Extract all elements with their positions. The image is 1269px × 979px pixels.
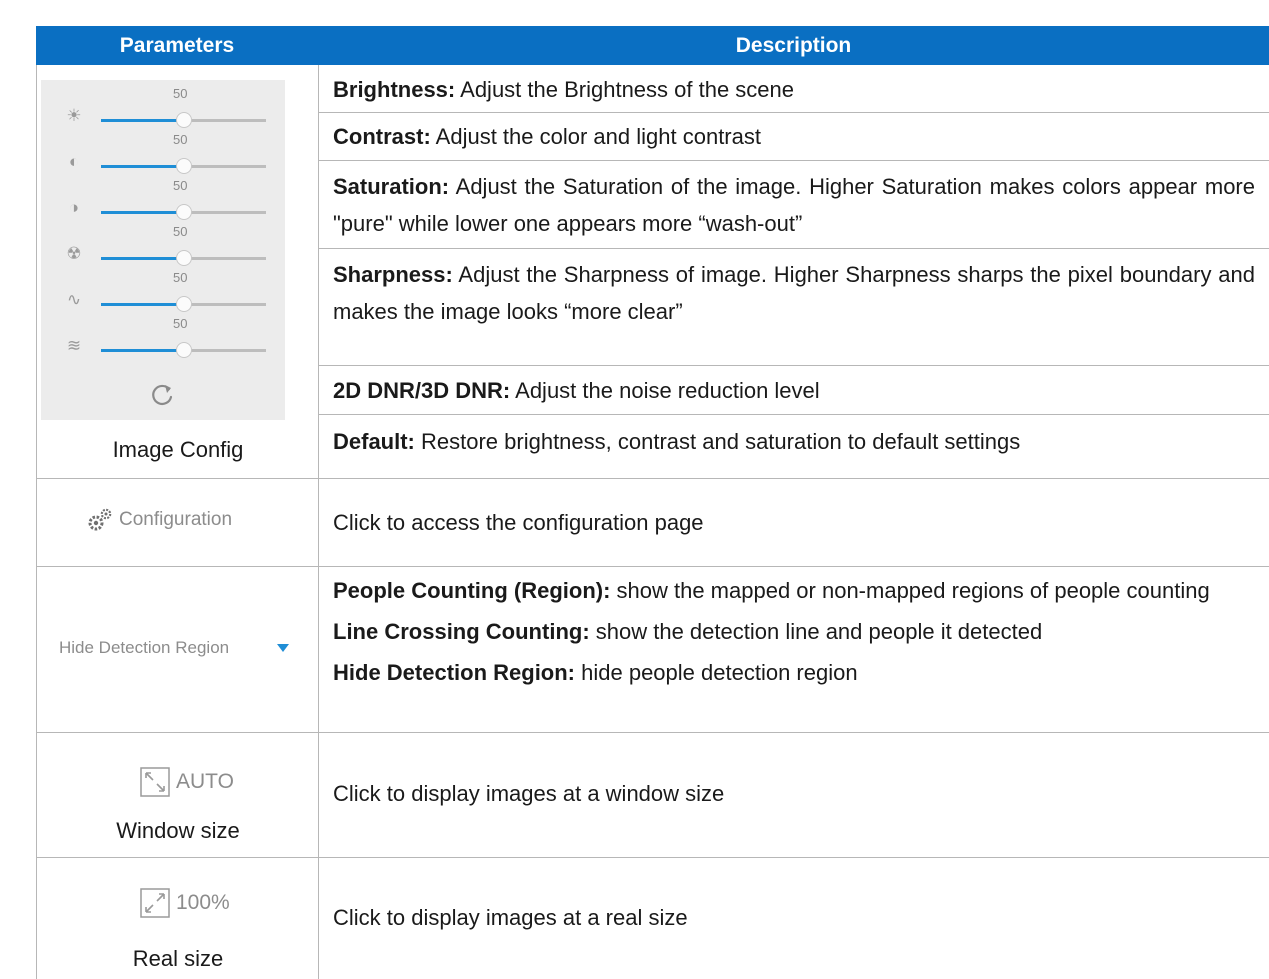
slider-track[interactable] [101, 342, 266, 358]
row-configuration: Click to access the configuration page [318, 479, 1269, 567]
text: Adjust the Saturation of the image. High… [333, 174, 1255, 236]
slider-value: 50 [173, 132, 188, 147]
text: Adjust the noise reduction level [510, 378, 820, 403]
window-size-cell: AUTO Window size [36, 733, 318, 858]
window-size-button-label: AUTO [176, 770, 234, 793]
slider-fill [101, 303, 184, 306]
window-size-caption: Window size [116, 818, 240, 843]
configuration-label: Configuration [119, 509, 233, 530]
image-config-caption: Image Config [112, 437, 244, 462]
dropdown-selected: Hide Detection Region [59, 638, 230, 657]
slider-track[interactable] [101, 158, 266, 174]
text: Adjust the Sharpness of image. Higher Sh… [333, 262, 1255, 324]
configuration-cell: Configuration [36, 479, 318, 567]
gear-icon [88, 508, 112, 531]
slider-value: 50 [173, 316, 188, 331]
slider-track[interactable] [101, 204, 266, 220]
window-size-description: Click to display images at a window size [333, 781, 725, 806]
real-size-cell: 100% Real size [36, 858, 318, 979]
slider-track[interactable] [101, 250, 266, 266]
saturation-icon: ◑ [68, 198, 80, 217]
header-description: Description [318, 26, 1269, 65]
slider-row: ☢ 50 [41, 222, 285, 266]
sharpness-icon: ☢ [66, 244, 82, 263]
slider-value: 50 [173, 224, 188, 239]
real-size-button-label: 100% [176, 891, 230, 914]
slider-track[interactable] [101, 296, 266, 312]
text: Adjust the Brightness of the scene [455, 77, 795, 102]
term: People Counting (Region): [333, 578, 611, 603]
configuration-description: Click to access the configuration page [333, 510, 704, 535]
window-size-button[interactable]: AUTO [140, 767, 234, 797]
real-size-icon [140, 888, 170, 918]
detection-region-dropdown[interactable]: Hide Detection Region [59, 638, 289, 658]
slider-fill [101, 349, 184, 352]
row-default: Default: Restore brightness, contrast an… [318, 415, 1269, 479]
slider-handle[interactable] [175, 296, 192, 312]
slider-handle[interactable] [175, 250, 192, 266]
slider-handle[interactable] [175, 158, 192, 174]
reset-icon[interactable] [147, 380, 177, 410]
term: Hide Detection Region: [333, 660, 576, 685]
term: Sharpness: [333, 262, 453, 287]
text: Adjust the color and light contrast [430, 124, 761, 149]
row-sharpness: Sharpness: Adjust the Sharpness of image… [318, 249, 1269, 366]
slider-row: ◑ 50 [41, 176, 285, 220]
slider-handle[interactable] [175, 204, 192, 220]
slider-value: 50 [173, 86, 188, 101]
real-size-button[interactable]: 100% [140, 888, 230, 918]
detection-cell: Hide Detection Region [36, 567, 318, 733]
slider-row: ∿ 50 [41, 268, 285, 312]
slider-handle[interactable] [175, 342, 192, 358]
term: Contrast: [333, 124, 431, 149]
text: show the mapped or non-mapped regions of… [610, 578, 1210, 603]
slider-fill [101, 211, 184, 214]
row-dnr: 2D DNR/3D DNR: Adjust the noise reductio… [318, 366, 1269, 415]
configuration-button[interactable]: Configuration [87, 507, 232, 533]
chevron-down-icon [277, 644, 289, 652]
slider-row: ≋ 50 [41, 314, 285, 358]
real-size-description: Click to display images at a real size [333, 905, 688, 930]
image-config-panel: ☀ 50 ◐ 50 ◑ 50 ☢ 50 ∿ 50 ≋ 50 [41, 80, 285, 420]
parameters-table: Parameters Description ☀ 50 ◐ 50 ◑ 50 ☢ 50 ∿ 50 ≋ 5… [36, 26, 1269, 979]
slider-fill [101, 257, 184, 260]
term: Saturation: [333, 174, 450, 199]
dnr-3d-icon: ≋ [66, 336, 82, 355]
brightness-icon: ☀ [66, 106, 82, 125]
image-config-cell: ☀ 50 ◐ 50 ◑ 50 ☢ 50 ∿ 50 ≋ 50 Image Config [36, 65, 318, 479]
slider-row: ☀ 50 [41, 84, 285, 128]
slider-track[interactable] [101, 112, 266, 128]
dnr-2d-icon: ∿ [66, 290, 82, 309]
text: hide people detection region [575, 660, 858, 685]
detection-item: Line Crossing Counting: show the detecti… [333, 611, 1255, 652]
window-size-icon [140, 767, 170, 797]
term: 2D DNR/3D DNR: [333, 378, 511, 403]
text: Restore brightness, contrast and saturat… [414, 429, 1021, 454]
term: Line Crossing Counting: [333, 619, 590, 644]
slider-value: 50 [173, 178, 188, 193]
row-saturation: Saturation: Adjust the Saturation of the… [318, 161, 1269, 249]
slider-handle[interactable] [175, 112, 192, 128]
row-window-size: Click to display images at a window size [318, 733, 1269, 858]
header-parameters: Parameters [36, 26, 318, 65]
term: Brightness: [333, 77, 456, 102]
real-size-caption: Real size [132, 946, 224, 971]
row-brightness: Brightness: Adjust the Brightness of the… [318, 65, 1269, 113]
term: Default: [333, 429, 415, 454]
slider-fill [101, 119, 184, 122]
row-detection: People Counting (Region): show the mappe… [318, 567, 1269, 733]
row-real-size: Click to display images at a real size [318, 858, 1269, 979]
contrast-icon: ◐ [68, 152, 80, 171]
slider-value: 50 [173, 270, 188, 285]
detection-item: Hide Detection Region: hide people detec… [333, 652, 1255, 693]
slider-fill [101, 165, 184, 168]
slider-row: ◐ 50 [41, 130, 285, 174]
detection-item: People Counting (Region): show the mappe… [333, 570, 1255, 611]
text: show the detection line and people it de… [589, 619, 1043, 644]
row-contrast: Contrast: Adjust the color and light con… [318, 113, 1269, 161]
